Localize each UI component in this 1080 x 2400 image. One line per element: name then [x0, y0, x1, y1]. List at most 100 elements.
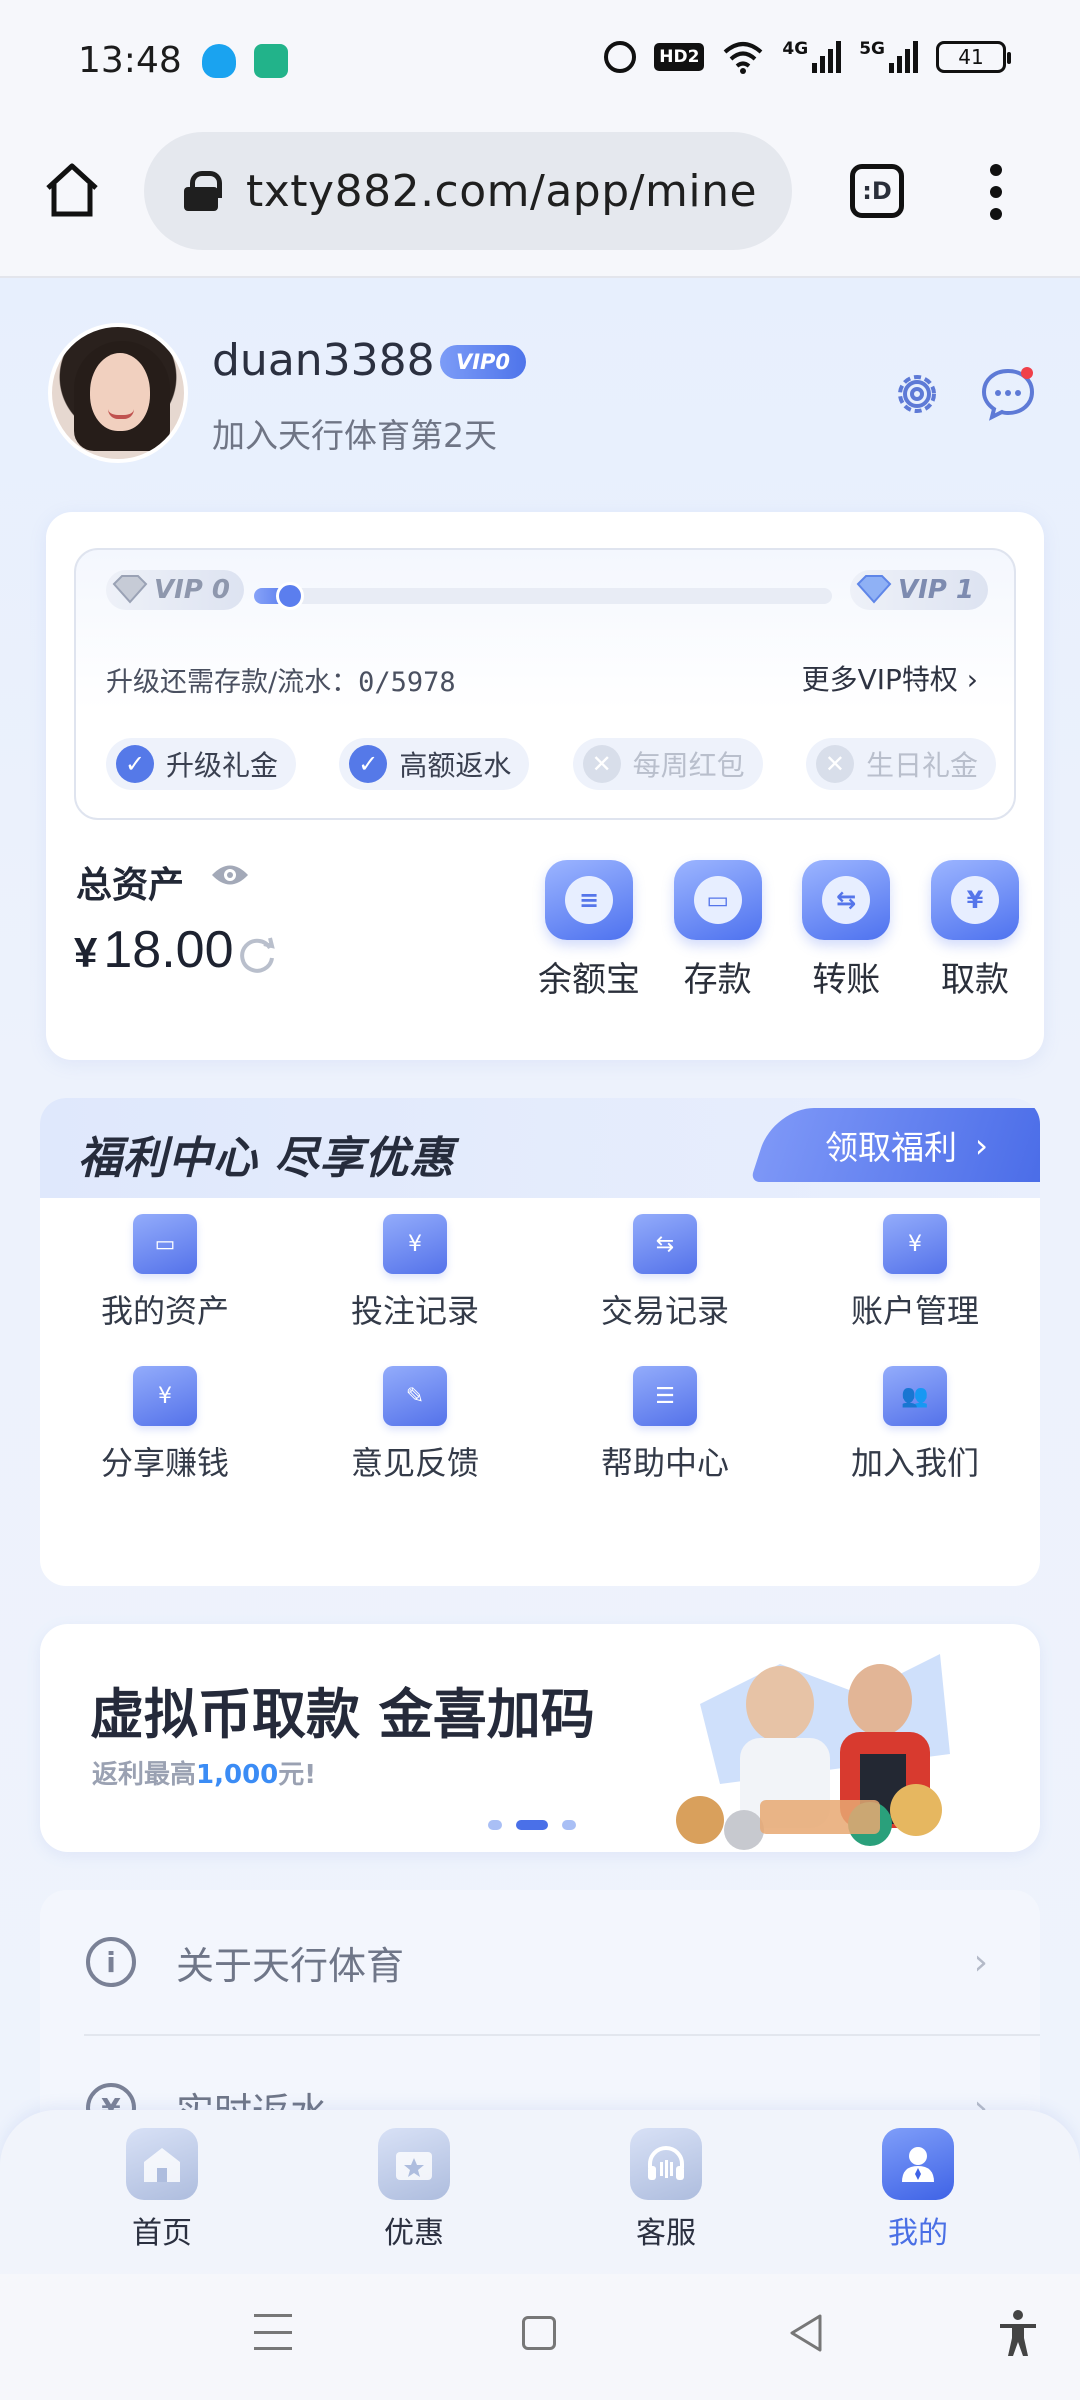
settings-gear-icon[interactable]: [890, 367, 944, 421]
url-text: txty882.com/app/mine: [246, 165, 758, 217]
tab-label: 优惠: [384, 2216, 444, 2251]
action-withdraw[interactable]: ¥ 取款: [920, 860, 1030, 1001]
perk-high-rebate[interactable]: ✓ 高额返水: [339, 738, 530, 790]
chevron-right-icon: ›: [975, 1125, 989, 1165]
welfare-item-label: 加入我们: [850, 1444, 979, 1482]
welfare-item-label: 交易记录: [600, 1292, 729, 1330]
avatar[interactable]: [48, 323, 188, 463]
address-bar[interactable]: txty882.com/app/mine: [144, 132, 792, 250]
upgrade-requirement-value: 0/5978: [358, 667, 456, 698]
hd-voice-icon: HD2: [654, 43, 705, 71]
message-icon[interactable]: [980, 365, 1036, 421]
welfare-transactions[interactable]: ⇆ 交易记录: [540, 1214, 790, 1332]
check-icon: ✓: [116, 745, 154, 783]
alarm-icon: [604, 41, 637, 73]
balance-value: 18.00: [103, 921, 234, 979]
promo-banner[interactable]: 虚拟币取款 金喜加码 返利最高1,000元!: [40, 1624, 1040, 1852]
chevron-right-icon: ›: [973, 1941, 988, 1983]
browser-home-icon[interactable]: [42, 160, 102, 220]
carousel-dot[interactable]: [562, 1820, 576, 1830]
cross-icon: ✕: [815, 745, 854, 783]
currency-symbol: ¥: [74, 929, 98, 976]
signal-5g-icon: [889, 41, 918, 73]
claim-welfare-label: 领取福利: [825, 1128, 958, 1167]
action-yuebao[interactable]: ≡ 余额宝: [534, 860, 644, 1001]
welfare-my-assets[interactable]: ▭ 我的资产: [40, 1214, 290, 1332]
accessibility-icon[interactable]: [996, 2308, 1040, 2360]
perk-label: 升级礼金: [166, 749, 279, 782]
tab-promotions[interactable]: 优惠: [344, 2128, 484, 2252]
withdraw-icon: ¥: [930, 860, 1019, 940]
welfare-account-management[interactable]: ¥ 账户管理: [790, 1214, 1040, 1332]
transfer-icon: ⇆: [802, 860, 891, 940]
total-assets-amount: ¥18.00: [74, 920, 234, 980]
carousel-dot[interactable]: [488, 1820, 502, 1830]
welfare-help-center[interactable]: ☰ 帮助中心: [540, 1366, 790, 1484]
upgrade-requirement: 升级还需存款/流水：0/5978: [106, 660, 456, 699]
upgrade-requirement-label: 升级还需存款/流水：: [106, 667, 359, 698]
recent-apps-icon[interactable]: [254, 2314, 292, 2350]
browser-toolbar: txty882.com/app/mine :D: [0, 120, 1080, 278]
join-days-text: 加入天行体育第2天: [212, 416, 497, 455]
account-folder-icon: ¥: [883, 1214, 947, 1274]
welfare-grid: ▭ 我的资产 ¥ 投注记录 ⇆ 交易记录 ¥ 账户管理 ¥ 分享赚钱 ✎ 意见反馈 ☰ 帮助中…: [40, 1214, 1040, 1484]
tab-customer-service[interactable]: 客服: [596, 2128, 736, 2252]
refresh-icon[interactable]: [234, 932, 278, 976]
info-icon: i: [86, 1937, 136, 1987]
vip-next-tag: VIP 1: [850, 570, 988, 610]
perk-label: 生日礼金: [865, 749, 978, 782]
vip-current-tag: VIP 0: [106, 570, 244, 610]
welfare-title: 福利中心 尽享优惠: [78, 1133, 455, 1184]
banner-subtitle: 返利最高1,000元!: [92, 1760, 317, 1790]
perk-birthday-bonus[interactable]: ✕ 生日礼金: [805, 738, 996, 790]
feedback-icon: ✎: [383, 1366, 447, 1426]
more-vip-label: 更多VIP特权: [801, 663, 958, 696]
perk-label: 高额返水: [399, 749, 512, 782]
welfare-item-label: 我的资产: [100, 1292, 229, 1330]
welfare-item-label: 投注记录: [350, 1292, 479, 1330]
home-icon: [126, 2128, 198, 2200]
welfare-center: 福利中心 尽享优惠 领取福利 › ▭ 我的资产 ¥ 投注记录 ⇆ 交易记录 ¥ 账户管理…: [40, 1098, 1040, 1586]
welfare-item-label: 账户管理: [850, 1292, 979, 1330]
check-icon: ✓: [349, 745, 388, 783]
headset-icon: [630, 2128, 702, 2200]
eye-icon[interactable]: [210, 862, 250, 888]
tabs-button[interactable]: :D: [850, 164, 904, 218]
welfare-item-label: 帮助中心: [600, 1444, 729, 1482]
tab-label: 我的: [888, 2216, 948, 2251]
perk-upgrade-bonus[interactable]: ✓ 升级礼金: [106, 738, 297, 790]
tab-home[interactable]: 首页: [92, 2128, 232, 2252]
menu-about[interactable]: i 关于天行体育 ›: [40, 1890, 1040, 2034]
action-label: 转账: [812, 960, 881, 1000]
carousel-dot-active[interactable]: [516, 1820, 548, 1830]
total-assets-title: 总资产: [76, 865, 185, 906]
perk-weekly-redpacket[interactable]: ✕ 每周红包: [572, 738, 763, 790]
system-home-icon[interactable]: [522, 2316, 556, 2350]
welfare-item-label: 意见反馈: [350, 1444, 479, 1482]
vip-progress-knob: [276, 582, 304, 610]
action-transfer[interactable]: ⇆ 转账: [791, 860, 901, 1001]
profile-header: duan3388 VIP0 加入天行体育第2天: [48, 323, 1035, 463]
promo-players-coins-image: [676, 1654, 950, 1850]
transaction-icon: ⇆: [633, 1214, 697, 1274]
system-nav-bar: [0, 2274, 1080, 2400]
system-back-icon[interactable]: [786, 2312, 826, 2354]
welfare-join-us[interactable]: 👥 加入我们: [790, 1366, 1040, 1484]
username: duan3388: [212, 335, 435, 386]
vip-level-badge: VIP0: [440, 345, 526, 379]
cross-icon: ✕: [582, 745, 621, 783]
welfare-share-earn[interactable]: ¥ 分享赚钱: [40, 1366, 290, 1484]
users-icon: 👥: [883, 1366, 947, 1426]
welfare-bet-records[interactable]: ¥ 投注记录: [290, 1214, 540, 1332]
tab-mine[interactable]: 我的: [848, 2128, 988, 2252]
welfare-feedback[interactable]: ✎ 意见反馈: [290, 1366, 540, 1484]
gift-icon: [378, 2128, 450, 2200]
tab-label: 客服: [636, 2216, 696, 2251]
browser-menu-icon[interactable]: [986, 164, 1006, 220]
claim-welfare-button[interactable]: 领取福利 ›: [750, 1108, 1040, 1182]
welfare-item-label: 分享赚钱: [100, 1444, 229, 1482]
bet-record-icon: ¥: [383, 1214, 447, 1274]
more-vip-link[interactable]: 更多VIP特权 ›: [802, 658, 978, 698]
action-deposit[interactable]: ▭ 存款: [663, 860, 773, 1001]
help-book-icon: ☰: [633, 1366, 697, 1426]
